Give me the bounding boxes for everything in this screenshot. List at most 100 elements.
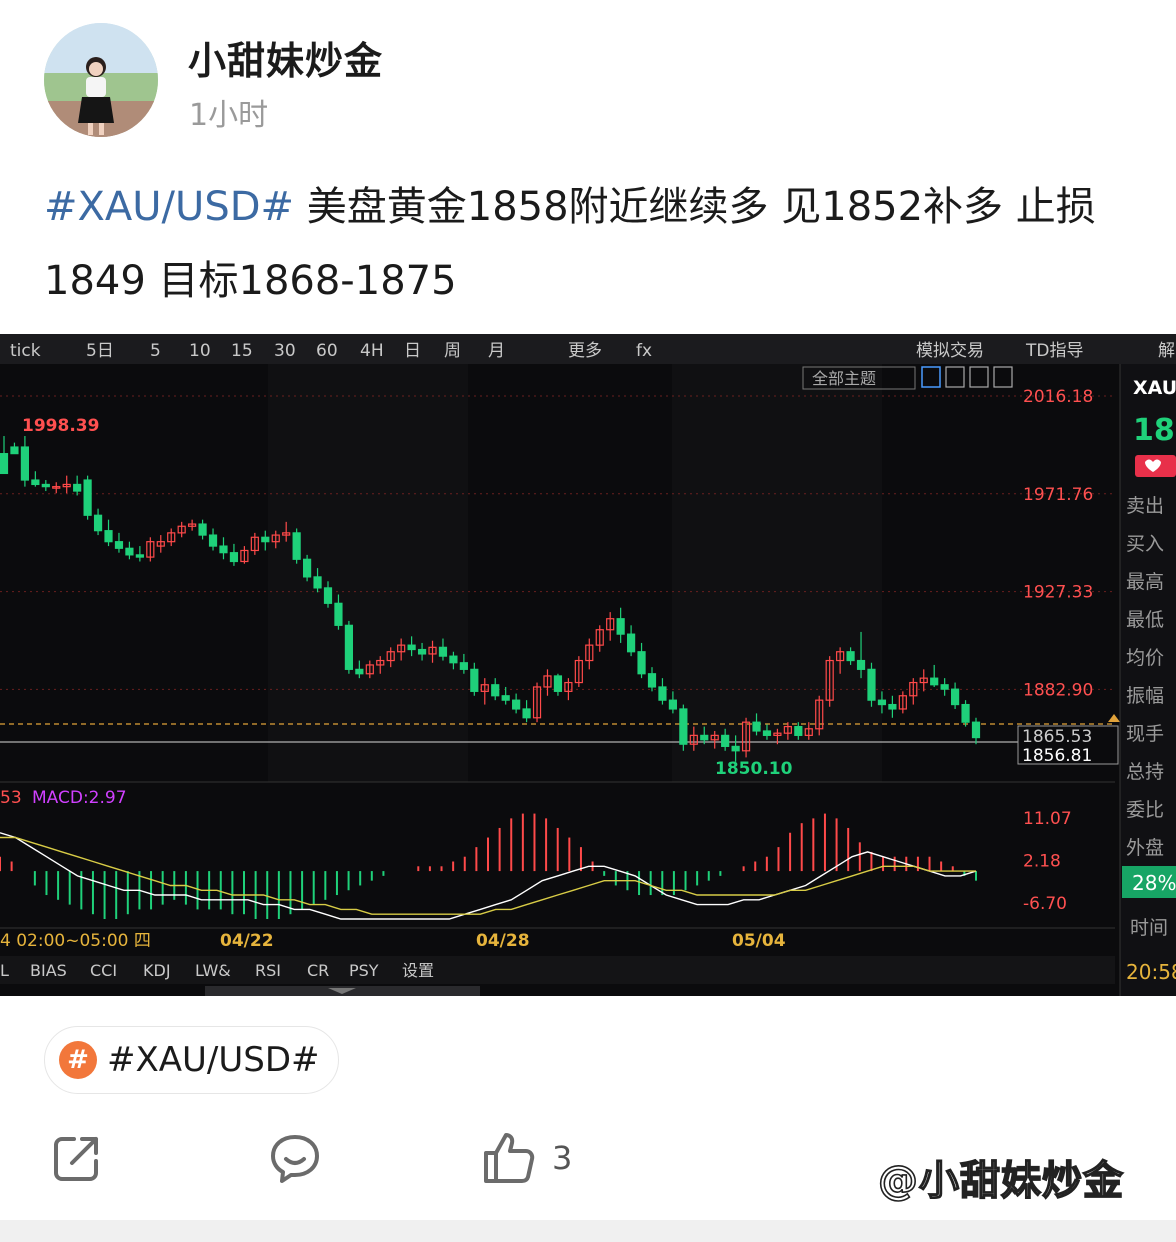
candle-body <box>668 699 678 710</box>
side-panel-label: 最低 <box>1126 609 1164 631</box>
toolbar-item[interactable]: tick <box>10 341 41 361</box>
indicator-tab[interactable]: CR <box>307 961 329 980</box>
macd-left-value: 53 <box>0 788 22 808</box>
toolbar-item[interactable]: TD指导 <box>1025 341 1083 361</box>
post-time: 1小时 <box>189 98 269 133</box>
toolbar-item[interactable]: 周 <box>444 341 461 361</box>
post-hashtag[interactable]: #XAU/USD# <box>44 184 294 230</box>
candle-body <box>334 602 343 626</box>
toolbar-item[interactable]: 10 <box>189 341 211 361</box>
share-button[interactable] <box>50 1128 104 1188</box>
author-avatar[interactable] <box>44 23 158 137</box>
side-panel-label: 振幅 <box>1126 685 1164 707</box>
high-label: 1998.39 <box>22 416 99 436</box>
toolbar-item[interactable]: 日 <box>404 341 421 361</box>
candle-body <box>417 648 427 655</box>
indicator-tab[interactable]: BIAS <box>30 961 67 980</box>
topic-hash-icon: # <box>59 1041 97 1079</box>
toolbar-item[interactable]: 月 <box>488 341 505 361</box>
toolbar-item[interactable]: 5 <box>150 341 161 361</box>
candle-body <box>344 624 354 670</box>
candle-body <box>553 675 563 692</box>
candle-body <box>616 618 625 635</box>
candle-body <box>522 708 531 719</box>
toolbar-item[interactable]: 15 <box>231 341 253 361</box>
share-icon <box>54 1137 98 1181</box>
toolbar-item[interactable]: 4H <box>360 341 384 361</box>
side-panel-label: 委比 <box>1126 799 1164 821</box>
chart-screenshot[interactable]: tick 5日 5 10 15 30 60 4H 日 周 月 更多 fx 模拟交易 TD指导 解 全部主题 2… <box>0 334 1176 996</box>
toolbar-item[interactable]: 解 <box>1158 341 1175 361</box>
candle-body <box>512 699 521 710</box>
author-name[interactable]: 小甜妹炒金 <box>188 30 383 85</box>
candle-body <box>867 668 876 701</box>
candle-body <box>125 547 134 556</box>
candle-body <box>292 532 301 560</box>
side-panel-label: 总持 <box>1126 761 1164 783</box>
side-time-label: 时间 <box>1130 917 1168 939</box>
toolbar-item[interactable]: 5日 <box>86 341 114 361</box>
candle-body <box>679 708 688 745</box>
indicator-tab[interactable]: KDJ <box>143 961 171 980</box>
indicator-tab[interactable]: PSY <box>349 961 379 980</box>
theme-button-label: 全部主题 <box>812 369 876 388</box>
candle-body <box>888 703 897 710</box>
candle-body <box>658 686 667 701</box>
candle-body <box>940 684 949 690</box>
side-percent: 28% <box>1132 871 1176 895</box>
indicator-tab[interactable]: 设置 <box>402 961 434 980</box>
candle-body <box>950 688 960 706</box>
topic-chip[interactable]: # #XAU/USD# <box>44 1026 339 1094</box>
toolbar-item[interactable]: 更多 <box>568 341 602 361</box>
candle-body <box>721 734 730 747</box>
candle-body <box>491 684 500 697</box>
side-panel-label: 外盘 <box>1126 837 1164 859</box>
watermark: @小甜妹炒金 <box>877 1157 1124 1205</box>
price-axis-label: 1882.90 <box>1023 680 1093 700</box>
x-tick-label: 05/04 <box>732 931 786 951</box>
candle-body <box>846 651 855 662</box>
macd-label: MACD:2.97 <box>32 788 127 808</box>
low-label: 1850.10 <box>715 759 793 779</box>
side-price: 18 <box>1133 413 1175 448</box>
indicator-tab[interactable]: RSI <box>255 961 281 980</box>
candle-body <box>877 699 887 706</box>
toolbar-item[interactable]: 30 <box>274 341 296 361</box>
macd-axis-label: 11.07 <box>1023 809 1072 829</box>
candle-body <box>731 745 740 752</box>
side-panel-label: 买入 <box>1126 533 1164 555</box>
candle-body <box>700 734 709 741</box>
candle-body <box>856 659 866 670</box>
candle-body <box>971 721 981 739</box>
side-panel-label: 均价 <box>1126 647 1164 669</box>
price-axis-label: 1927.33 <box>1023 583 1093 603</box>
candle-body <box>449 655 458 664</box>
candle-body <box>302 558 312 578</box>
candlestick-chart: tick 5日 5 10 15 30 60 4H 日 周 月 更多 fx 模拟交易 TD指导 解 全部主题 2… <box>0 334 1176 996</box>
indicator-tab[interactable]: CCI <box>90 961 117 980</box>
toolbar-item[interactable]: 模拟交易 <box>916 341 984 361</box>
candle-body <box>762 730 772 736</box>
candle-body <box>470 668 479 692</box>
topic-label: #XAU/USD# <box>107 1040 320 1080</box>
candle-body <box>930 677 939 686</box>
time-range-label: 4 02:00~05:00 四 <box>0 931 151 951</box>
side-time-value: 20:58 <box>1126 960 1176 984</box>
candle-body <box>104 530 113 543</box>
comment-button[interactable] <box>268 1128 322 1188</box>
toolbar-item[interactable]: fx <box>636 341 652 361</box>
candle-body <box>31 479 40 486</box>
like-button[interactable]: 3 <box>482 1128 572 1188</box>
candle-body <box>313 576 322 589</box>
side-symbol: XAU <box>1133 377 1176 399</box>
candle-body <box>501 695 510 701</box>
toolbar-item[interactable]: 60 <box>316 341 338 361</box>
macd-axis-label: 2.18 <box>1023 852 1061 872</box>
indicator-tab[interactable]: L <box>0 961 9 980</box>
candle-body <box>261 536 270 543</box>
indicator-tab[interactable]: LW& <box>195 961 231 980</box>
current-price-label: 1865.53 <box>1022 727 1092 747</box>
candle-body <box>752 721 761 732</box>
candle-body <box>41 483 50 488</box>
side-panel-label: 最高 <box>1126 571 1164 593</box>
